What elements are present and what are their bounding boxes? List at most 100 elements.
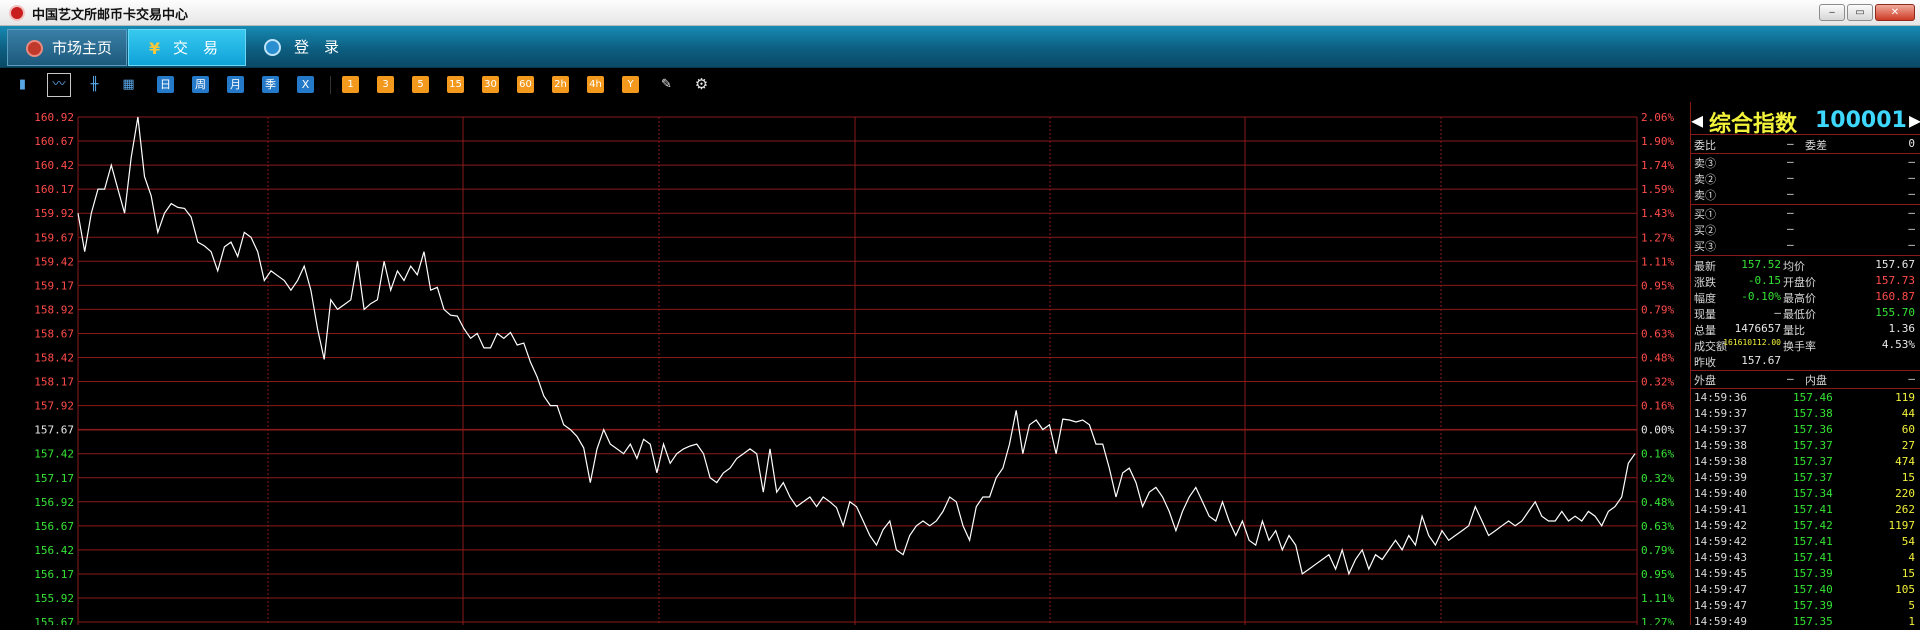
stat-row: 涨跌 -0.15 开盘价 157.73 [1691, 273, 1920, 289]
tick-volume: 60 [1901, 423, 1915, 436]
tick-time: 14:59:37 [1694, 407, 1747, 420]
minute-5-button[interactable]: 5 [412, 76, 429, 93]
settings-gear-icon[interactable]: ⚙ [693, 76, 710, 93]
stat-label-2: 最低价 [1783, 308, 1816, 321]
maximize-button[interactable]: ▭ [1847, 4, 1873, 21]
tick-time: 14:59:39 [1694, 471, 1747, 484]
draw-pencil-icon[interactable]: ✎ [658, 76, 675, 93]
stat-value-2: 4.53% [1881, 338, 1915, 351]
minute-60-button[interactable]: 60 [517, 76, 534, 93]
hour-2-button[interactable]: 2h [552, 76, 569, 93]
y-tick-label-price: 156.17 [34, 568, 74, 581]
tick-time: 14:59:45 [1694, 567, 1747, 580]
tick-time: 14:59:40 [1694, 487, 1747, 500]
tick-volume: 1 [1908, 615, 1915, 628]
nav-tab-trade[interactable]: ¥ 交易 [128, 29, 246, 66]
buy-level-row: 买② — — [1691, 221, 1920, 237]
sell-level-row: 卖② — — [1691, 170, 1920, 186]
buy-level-label: 买③ [1694, 240, 1716, 253]
tick-time: 14:59:47 [1694, 599, 1747, 612]
stat-label: 现量 [1694, 308, 1716, 321]
tick-price: 157.42 [1793, 519, 1833, 532]
next-symbol-arrow-icon[interactable]: ▶ [1909, 108, 1920, 132]
nav-tab-login[interactable]: 登录 [250, 29, 370, 66]
tick-row: 14:59:42 157.42 1197 [1691, 518, 1920, 534]
period-day-button[interactable]: 日 [157, 76, 174, 93]
stat-value: 157.67 [1741, 354, 1781, 367]
line-chart-icon[interactable]: 〰 [47, 73, 71, 97]
tick-row: 14:59:49 157.35 1 [1691, 614, 1920, 630]
minute-15-button[interactable]: 15 [447, 76, 464, 93]
order-ratio-row: 委比 — 委差 0 [1691, 136, 1920, 152]
wei-cha-value: 0 [1908, 137, 1915, 150]
y-tick-label-price: 158.92 [34, 303, 74, 316]
y-tick-label-price: 159.92 [34, 207, 74, 220]
y-tick-label-percent: 0.79% [1641, 544, 1674, 557]
y-tick-label-percent: 0.16% [1641, 400, 1674, 413]
year-button[interactable]: Y [622, 76, 639, 93]
tick-price: 157.40 [1793, 583, 1833, 596]
tick-row: 14:59:42 157.41 54 [1691, 534, 1920, 550]
buy-level-volume: — [1908, 206, 1915, 219]
period-month-button[interactable]: 月 [227, 76, 244, 93]
quote-panel: ◀ 综合指数 100001 ▶ 委比 — 委差 0 卖③ — — 卖② — — 卖① — — 买① — — 买②… [1690, 102, 1920, 628]
tick-row: 14:59:38 157.37 474 [1691, 454, 1920, 470]
tick-time: 14:59:47 [1694, 583, 1747, 596]
y-tick-label-percent: 0.63% [1641, 327, 1674, 340]
home-globe-icon [26, 40, 43, 57]
wei-bi-label: 委比 [1694, 139, 1716, 152]
period-week-button[interactable]: 周 [192, 76, 209, 93]
stat-value-2: 155.70 [1875, 306, 1915, 319]
minute-30-button[interactable]: 30 [482, 76, 499, 93]
y-tick-label-price: 159.67 [34, 231, 74, 244]
nav-tab-market-home[interactable]: 市场主页 [7, 29, 127, 66]
intraday-chart[interactable]: 160.92 2.06% 160.67 1.90% 160.42 1.74% 160.17 1… [0, 102, 1690, 625]
y-tick-label-price: 160.67 [34, 135, 74, 148]
hour-4-button[interactable]: 4h [587, 76, 604, 93]
y-tick-label-percent: 0.32% [1641, 472, 1674, 485]
tick-row: 14:59:36 157.46 119 [1691, 390, 1920, 406]
candlestick-icon[interactable]: ╫ [86, 76, 103, 93]
period-season-button[interactable]: 季 [262, 76, 279, 93]
close-button[interactable]: ✕ [1875, 4, 1915, 21]
stat-value: 1476657 [1734, 322, 1781, 335]
tick-row: 14:59:45 157.39 15 [1691, 566, 1920, 582]
minute-3-button[interactable]: 3 [377, 76, 394, 93]
y-tick-label-percent: 0.00% [1641, 424, 1674, 437]
bar-chart-icon[interactable]: ▮ [14, 76, 31, 93]
y-tick-label-percent: 1.59% [1641, 183, 1674, 196]
tick-time: 14:59:38 [1694, 439, 1747, 452]
stat-row: 昨收 157.67 [1691, 353, 1920, 369]
sell-level-volume: — [1908, 155, 1915, 168]
tick-volume: 15 [1901, 567, 1915, 580]
section-divider [1691, 255, 1920, 256]
tick-volume: 262 [1895, 503, 1915, 516]
sell-level-volume: — [1908, 187, 1915, 200]
calendar-icon[interactable]: ▦ [120, 76, 137, 93]
period-x-button[interactable]: X [297, 76, 314, 93]
tick-time: 14:59:42 [1694, 535, 1747, 548]
tick-price: 157.46 [1793, 391, 1833, 404]
tick-price: 157.41 [1793, 503, 1833, 516]
tick-volume: 5 [1908, 599, 1915, 612]
tick-price: 157.37 [1793, 439, 1833, 452]
quote-header: ◀ 综合指数 100001 ▶ [1691, 102, 1920, 137]
chart-toolbar: ▮ 〰 ╫ ▦ 日 周 月 季 X 1 3 5 15 30 60 2h 4h Y… [0, 68, 1920, 102]
stat-label-2: 开盘价 [1783, 276, 1816, 289]
minute-1-button[interactable]: 1 [342, 76, 359, 93]
y-tick-label-price: 155.92 [34, 592, 74, 605]
outer-inner-row: 外盘 — 内盘 — [1691, 371, 1920, 387]
y-tick-label-price: 160.92 [34, 111, 74, 124]
prev-symbol-arrow-icon[interactable]: ◀ [1691, 108, 1703, 132]
price-line-chart: 160.92 2.06% 160.67 1.90% 160.42 1.74% 160.17 1… [34, 111, 1674, 625]
symbol-code: 100001 [1815, 108, 1907, 133]
y-tick-label-price: 157.42 [34, 448, 74, 461]
stat-label-2: 均价 [1783, 260, 1805, 273]
tick-price: 157.34 [1793, 487, 1833, 500]
y-tick-label-percent: 0.63% [1641, 520, 1674, 533]
outer-value: — [1787, 372, 1794, 385]
tick-price: 157.37 [1793, 471, 1833, 484]
minimize-button[interactable]: ‒ [1819, 4, 1845, 21]
inner-value: — [1908, 372, 1915, 385]
stat-label: 成交额 [1694, 340, 1727, 353]
